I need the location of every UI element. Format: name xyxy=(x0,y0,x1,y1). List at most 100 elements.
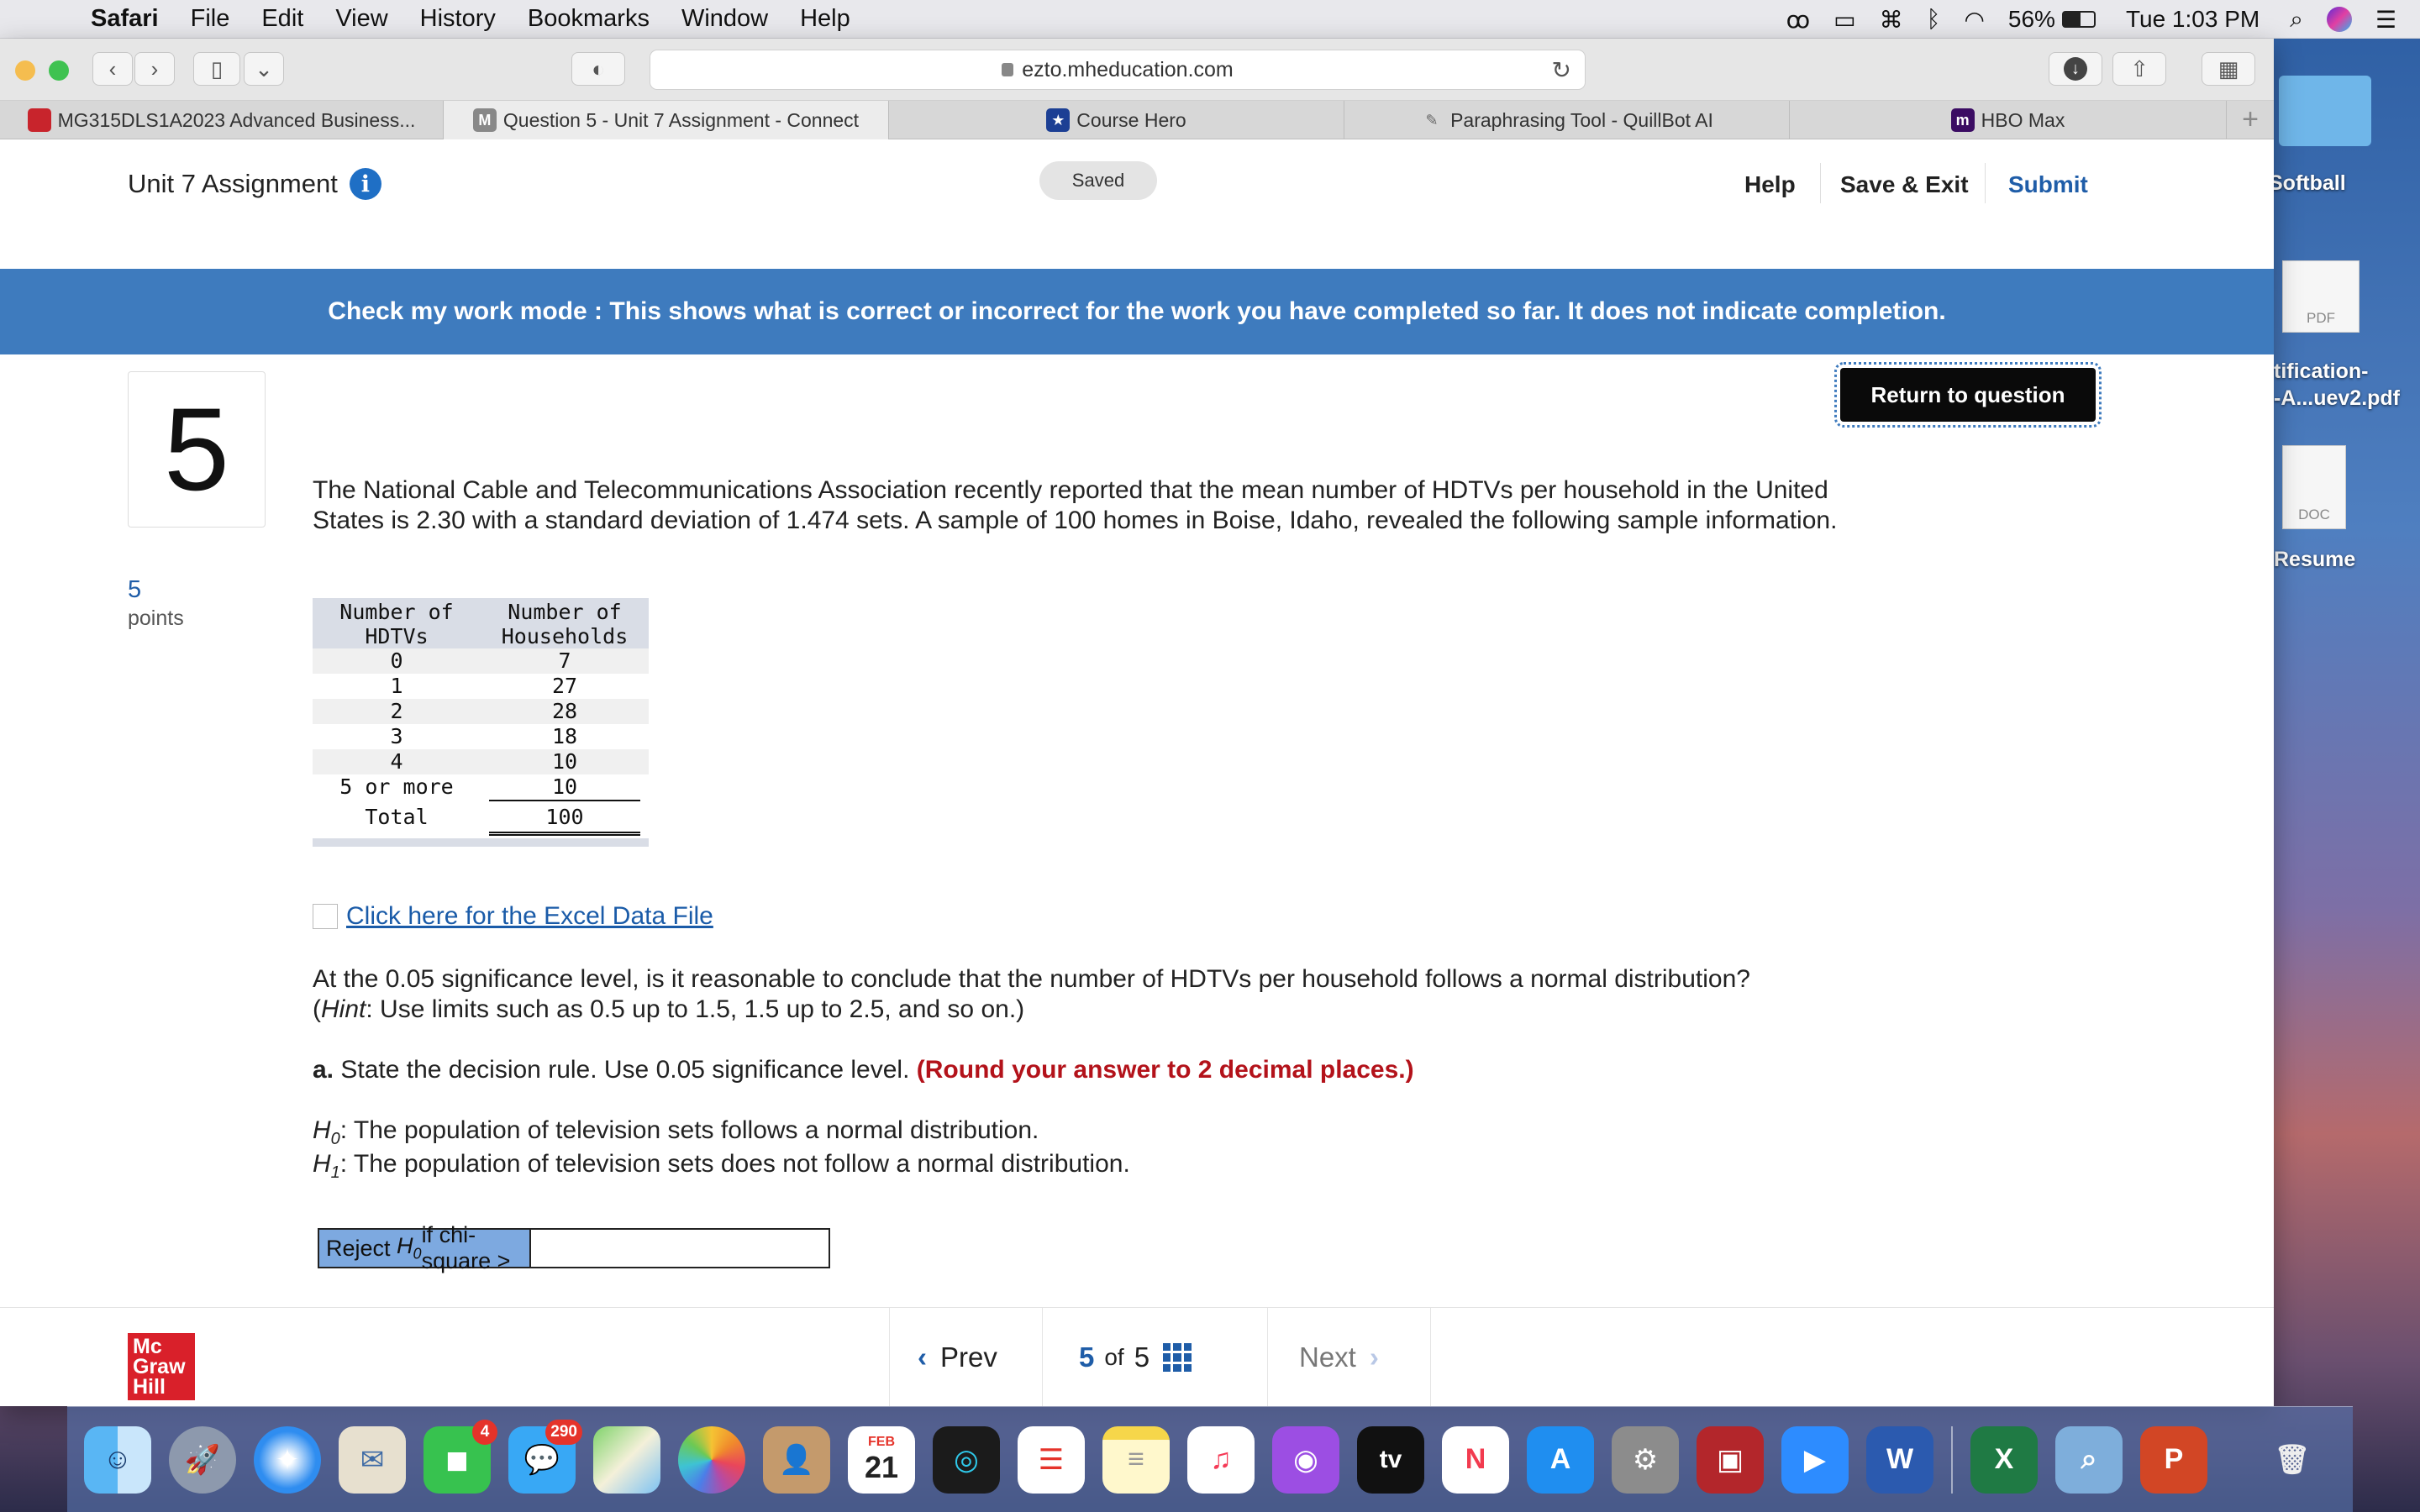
share-button[interactable]: ⇧ xyxy=(2112,52,2166,86)
question-grid-icon xyxy=(1163,1343,1192,1372)
decision-rule-label: Reject H0 if chi-square > xyxy=(319,1222,529,1273)
browser-toolbar: ‹ › ▯ ⌄ ◐ ezto.mheducation.com ↻ ↓ ⇧ ▦ xyxy=(0,39,2274,101)
menu-history[interactable]: History xyxy=(420,5,496,33)
assignment-title: Unit 7 Assignment xyxy=(128,169,338,198)
reminders-app-icon[interactable]: ☰ xyxy=(1018,1425,1085,1494)
menu-view[interactable]: View xyxy=(335,5,387,33)
table-footer-bar xyxy=(313,838,649,847)
tab-mg315[interactable]: MG315DLS1A2023 Advanced Business... xyxy=(0,101,444,139)
return-to-question-button[interactable]: Return to question xyxy=(1834,362,2102,428)
news-app-icon[interactable]: N xyxy=(1442,1425,1509,1494)
podcasts-app-icon[interactable]: ◉ xyxy=(1272,1425,1339,1494)
music-app-icon[interactable]: ♫ xyxy=(1187,1425,1255,1494)
new-tab-button[interactable]: + xyxy=(2227,101,2274,139)
question-map-button[interactable]: 5 of 5 xyxy=(1079,1308,1192,1406)
minimize-button[interactable] xyxy=(15,60,35,81)
chevron-right-icon: › xyxy=(150,55,159,81)
excel-data-file-link[interactable]: Click here for the Excel Data File xyxy=(313,902,713,931)
excel-file-icon xyxy=(313,904,338,929)
tab-quillbot[interactable]: ✎ Paraphrasing Tool - QuillBot AI xyxy=(1344,101,1790,139)
chi-square-critical-value-input[interactable] xyxy=(529,1230,829,1267)
submit-button[interactable]: Submit xyxy=(2008,171,2088,198)
header-divider xyxy=(1820,163,1821,203)
menu-window[interactable]: Window xyxy=(681,5,768,33)
desktop-folder-softball[interactable] xyxy=(2279,76,2371,146)
siri-icon[interactable] xyxy=(2326,7,2352,32)
prev-label: Prev xyxy=(940,1341,997,1373)
desktop-label-resume[interactable]: Resume xyxy=(2274,548,2355,572)
sidebar-button[interactable]: ▯ xyxy=(193,52,240,86)
powerpoint-app-icon[interactable]: P xyxy=(2140,1425,2207,1494)
app-store-app-icon[interactable]: A xyxy=(1527,1425,1594,1494)
menu-help[interactable]: Help xyxy=(800,5,850,33)
desktop-label-pdf-line1[interactable]: tification- xyxy=(2274,360,2369,384)
contacts-app-icon[interactable]: 👤 xyxy=(763,1425,830,1494)
photo-booth-app-icon[interactable]: ▣ xyxy=(1697,1425,1764,1494)
battery-percent[interactable]: 56% xyxy=(2008,6,2055,33)
menu-bookmarks[interactable]: Bookmarks xyxy=(528,5,650,33)
system-preferences-app-icon[interactable]: ⚙ xyxy=(1612,1425,1679,1494)
maps-app-icon[interactable] xyxy=(593,1425,660,1494)
excel-link-text[interactable]: Click here for the Excel Data File xyxy=(346,902,713,931)
mail-stamp-app-icon[interactable]: ✉ xyxy=(339,1425,406,1494)
dock-divider xyxy=(1951,1425,1953,1494)
reload-icon[interactable]: ↻ xyxy=(1552,56,1571,84)
preview-app-icon[interactable]: ⌕ xyxy=(2055,1425,2123,1494)
clock[interactable]: Tue 1:03 PM xyxy=(2126,6,2260,33)
desktop-pdf-icon[interactable]: PDF xyxy=(2282,260,2360,333)
apple-tv-app-icon[interactable]: tv xyxy=(1357,1425,1424,1494)
address-bar[interactable]: ezto.mheducation.com ↻ xyxy=(650,50,1586,90)
word-app-icon[interactable]: W xyxy=(1866,1425,1933,1494)
menu-edit[interactable]: Edit xyxy=(261,5,303,33)
keyboard-icon[interactable]: ⌘ xyxy=(1880,6,1903,34)
downloads-button[interactable]: ↓ xyxy=(2049,52,2102,86)
decision-rule-answer-row: Reject H0 if chi-square > xyxy=(318,1222,830,1273)
finder-app-icon[interactable]: ☺ xyxy=(84,1425,151,1494)
cell-hdtvs: 5 or more xyxy=(339,774,454,799)
help-button[interactable]: Help xyxy=(1744,171,1796,198)
prev-button[interactable]: ‹ Prev xyxy=(918,1308,997,1406)
airplay-icon[interactable]: ▭ xyxy=(1833,6,1855,34)
plus-icon: + xyxy=(2242,103,2259,135)
save-exit-button[interactable]: Save & Exit xyxy=(1840,171,1969,198)
sidebar-menu-button[interactable]: ⌄ xyxy=(244,52,284,86)
control-center-icon[interactable]: ☰ xyxy=(2375,6,2396,34)
table-row: 3 18 xyxy=(313,724,649,749)
zoom-app-icon[interactable]: ▶ xyxy=(1781,1425,1849,1494)
back-button[interactable]: ‹ xyxy=(92,52,133,86)
webex-app-icon[interactable]: ◎ xyxy=(933,1425,1000,1494)
apple-icon[interactable] xyxy=(35,5,60,34)
creative-cloud-icon[interactable]: ꝏ xyxy=(1786,6,1811,34)
menu-app-safari[interactable]: Safari xyxy=(91,5,159,33)
calendar-app-icon[interactable]: FEB 21 xyxy=(848,1425,915,1494)
tab-overview-button[interactable]: ▦ xyxy=(2202,52,2255,86)
safari-app-icon[interactable]: ✦ xyxy=(254,1425,321,1494)
bluetooth-icon[interactable]: ᛒ xyxy=(1927,6,1941,33)
info-icon[interactable]: i xyxy=(349,168,381,200)
tab-course-hero[interactable]: ★ Course Hero xyxy=(889,101,1344,139)
photos-app-icon[interactable] xyxy=(678,1425,745,1494)
tab-hbo-max[interactable]: m HBO Max xyxy=(1790,101,2227,139)
of-label: of xyxy=(1104,1344,1124,1370)
desktop-doc-icon[interactable]: DOC xyxy=(2282,445,2346,529)
table-row: 5 or more 10 xyxy=(313,774,649,801)
menu-file[interactable]: File xyxy=(191,5,230,33)
notes-app-icon[interactable]: ≡ xyxy=(1102,1425,1170,1494)
trash-icon[interactable]: 🗑 xyxy=(2259,1426,2326,1494)
messages-app-icon[interactable]: 💬 290 xyxy=(508,1419,582,1494)
battery-icon[interactable] xyxy=(2061,11,2096,28)
facetime-app-icon[interactable]: ◼ 4 xyxy=(424,1419,497,1494)
privacy-report-button[interactable]: ◐ xyxy=(571,52,625,86)
zoom-button[interactable] xyxy=(49,60,69,81)
desktop-label-softball[interactable]: Softball xyxy=(2269,171,2346,196)
cell-households: 10 xyxy=(481,774,649,801)
wifi-icon[interactable]: ◠ xyxy=(1964,6,1984,34)
spotlight-search-icon[interactable]: ⌕ xyxy=(2290,6,2303,34)
alternative-hypothesis: H1: The population of television sets do… xyxy=(313,1149,1876,1188)
tab-question-5[interactable]: M Question 5 - Unit 7 Assignment - Conne… xyxy=(444,101,889,139)
next-button[interactable]: Next › xyxy=(1299,1308,1379,1406)
desktop-label-pdf-line2[interactable]: -A...uev2.pdf xyxy=(2274,386,2400,411)
launchpad-app-icon[interactable]: 🚀 xyxy=(169,1425,236,1494)
excel-app-icon[interactable]: X xyxy=(1970,1425,2038,1494)
forward-button[interactable]: › xyxy=(134,52,175,86)
